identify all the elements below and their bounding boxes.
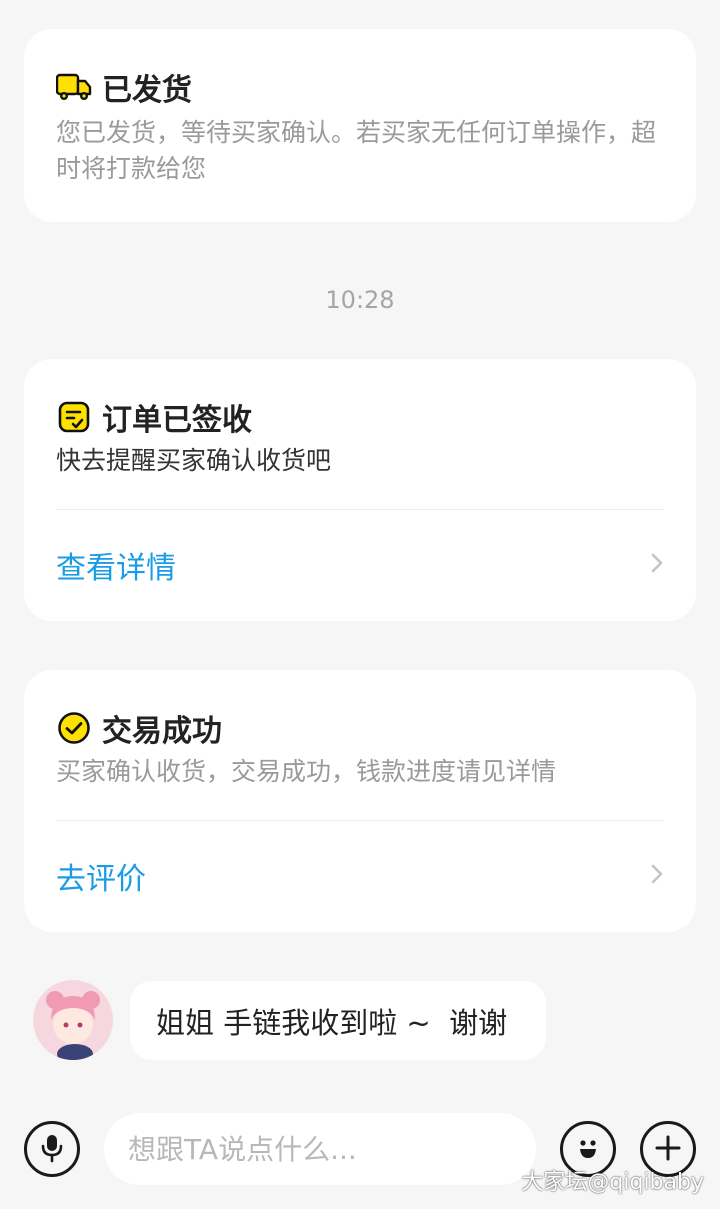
chat-timestamp: 10:28	[325, 286, 395, 314]
signed-card-divider	[56, 509, 664, 510]
smiley-icon	[573, 1133, 603, 1166]
avatar[interactable]	[33, 980, 113, 1060]
chevron-right-icon	[650, 863, 664, 889]
go-review-link[interactable]: 去评价	[56, 854, 664, 898]
voice-button[interactable]	[24, 1121, 80, 1177]
view-details-link[interactable]: 查看详情	[56, 543, 664, 587]
trade-success-card: 交易成功 买家确认收货，交易成功，钱款进度请见详情 去评价	[24, 670, 696, 932]
message-text: 姐姐 手链我收到啦 ~ 谢谢	[156, 1005, 508, 1040]
truck-icon	[56, 69, 92, 105]
message-input[interactable]	[104, 1113, 536, 1185]
message-bubble[interactable]: 姐姐 手链我收到啦 ~ 谢谢	[130, 981, 546, 1060]
shipped-card: 已发货 您已发货，等待买家确认。若买家无任何订单操作，超时将打款给您	[24, 29, 696, 222]
trade-success-card-description: 买家确认收货，交易成功，钱款进度请见详情	[56, 757, 557, 786]
signed-card-title: 订单已签收	[102, 403, 252, 438]
chevron-right-icon	[650, 552, 664, 578]
trade-success-card-header: 交易成功	[56, 706, 222, 750]
shipped-card-description: 您已发货，等待买家确认。若买家无任何订单操作，超时将打款给您	[56, 118, 657, 183]
go-review-label: 去评价	[56, 862, 146, 897]
microphone-icon	[40, 1133, 64, 1166]
signed-card-description: 快去提醒买家确认收货吧	[56, 446, 332, 475]
signed-card-header: 订单已签收	[56, 395, 252, 439]
shipped-card-title: 已发货	[102, 73, 192, 108]
trade-success-card-title: 交易成功	[102, 714, 222, 749]
plus-icon	[654, 1134, 682, 1165]
shipped-card-header: 已发货	[56, 65, 192, 109]
check-circle-icon	[56, 710, 92, 746]
watermark: 大家坛@qiqibaby	[521, 1170, 704, 1195]
signed-card: 订单已签收 快去提醒买家确认收货吧 查看详情	[24, 359, 696, 621]
trade-success-card-divider	[56, 820, 664, 821]
receipt-icon	[56, 399, 92, 435]
view-details-label: 查看详情	[56, 551, 176, 586]
